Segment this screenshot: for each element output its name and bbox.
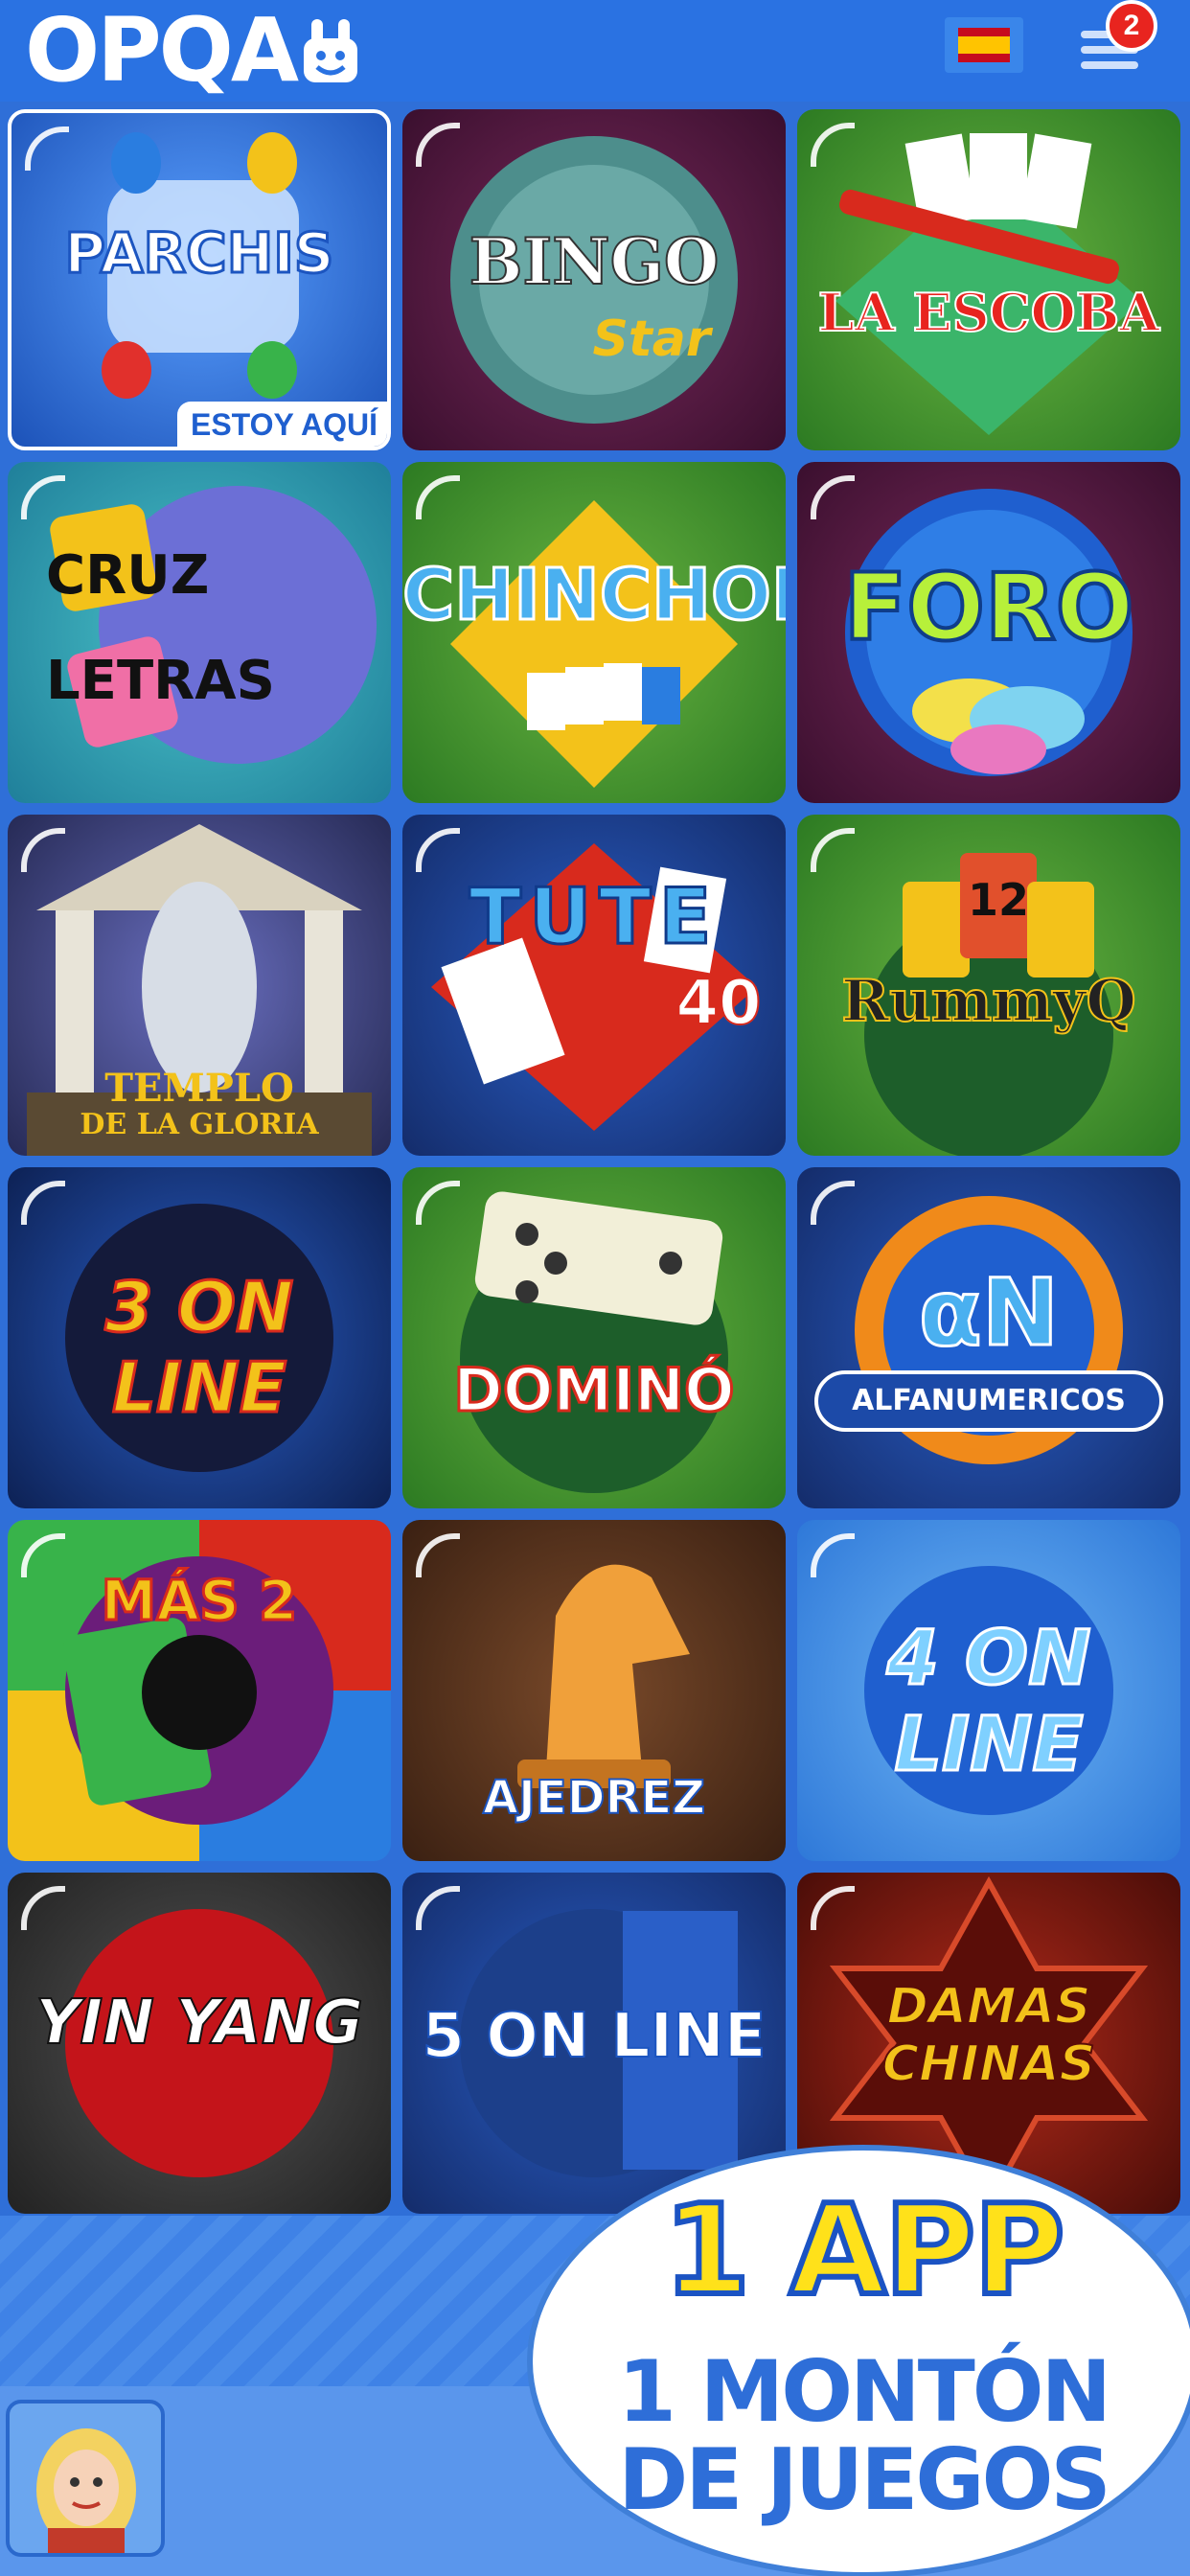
promo-bubble: 1 APP 1 MONTÓN DE JUEGOS	[533, 2150, 1190, 2572]
avatar-icon	[36, 2428, 136, 2553]
menu-bar	[1081, 61, 1138, 69]
game-tile-3-on-line[interactable]: 3 ON LINE	[8, 1167, 391, 1508]
game-logo-text: αN	[917, 1258, 1060, 1368]
game-tile-parchis[interactable]: PARCHIS ESTOY AQUÍ	[8, 109, 391, 450]
game-title: CHINCHON	[402, 553, 786, 638]
logo-mascot-icon	[304, 19, 358, 82]
game-subtitle: LETRAS	[46, 650, 275, 712]
game-title: RummyQ	[840, 967, 1137, 1036]
game-tile-la-escoba[interactable]: LA ESCOBA	[797, 109, 1180, 450]
game-subtitle: DE LA GLORIA	[80, 1108, 319, 1141]
game-tile-4-on-line[interactable]: 4 ON LINE	[797, 1520, 1180, 1861]
spain-flag-icon	[958, 28, 1010, 62]
cards-icon	[835, 133, 1142, 435]
game-tile-alfanumericos[interactable]: αN ALFANUMERICOS	[797, 1167, 1180, 1508]
game-title: DOMINÓ	[452, 1354, 737, 1427]
game-title: DAMAS CHINAS	[881, 1977, 1096, 2094]
game-tile-yin-yang[interactable]: YIN YANG	[8, 1873, 391, 2214]
promo-line-1: 1 APP	[661, 2174, 1068, 2326]
game-tile-cruzletras[interactable]: CRUZ LETRAS	[8, 462, 391, 803]
game-title: CRUZ	[46, 544, 210, 607]
top-bar: OPQA 2	[0, 0, 1190, 102]
game-title: 3 ON LINE	[103, 1266, 295, 1430]
game-tile-bingo-star[interactable]: BINGO Star	[402, 109, 786, 450]
game-title: BINGO	[469, 223, 721, 300]
opqa-logo[interactable]: OPQA	[25, 0, 361, 102]
current-location-badge: ESTOY AQUÍ	[176, 402, 387, 447]
game-tile-rummyq[interactable]: 12 RummyQ	[797, 815, 1180, 1156]
game-subtitle: 40	[675, 967, 762, 1040]
word-tiles-icon	[50, 486, 377, 764]
promo-line-2: 1 MONTÓN	[617, 2342, 1111, 2441]
game-tile-chinchon[interactable]: CHINCHON	[402, 462, 786, 803]
game-title: FORO	[842, 552, 1136, 663]
game-subtitle: Star	[592, 310, 711, 368]
logo-text: OPQA	[25, 0, 299, 102]
game-title: TUTE	[468, 871, 720, 963]
user-avatar[interactable]	[6, 2400, 165, 2557]
promo-line-3: DE JUEGOS	[618, 2430, 1111, 2529]
game-title: TEMPLO	[104, 1066, 294, 1111]
game-tile-ajedrez[interactable]: AJEDREZ	[402, 1520, 786, 1861]
notification-badge: 2	[1106, 0, 1157, 52]
tile-number: 12	[967, 874, 1029, 926]
game-title: 5 ON LINE	[422, 2000, 767, 2073]
game-title: YIN YANG	[34, 1987, 364, 2059]
game-title: LA ESCOBA	[817, 281, 1160, 344]
game-title: PARCHIS	[63, 219, 335, 288]
language-button[interactable]	[945, 17, 1023, 73]
domino-icon	[460, 1191, 728, 1493]
game-tile-tute[interactable]: TUTE 40	[402, 815, 786, 1156]
game-tile-templo-de-la-gloria[interactable]: TEMPLO DE LA GLORIA	[8, 815, 391, 1156]
game-title: AJEDREZ	[482, 1770, 706, 1826]
game-title: ALFANUMERICOS	[852, 1384, 1126, 1417]
game-title: MÁS 2	[100, 1567, 299, 1635]
game-tile-mas-2[interactable]: MÁS 2	[8, 1520, 391, 1861]
game-grid: PARCHIS ESTOY AQUÍ BINGO Star LA ESCOBA …	[0, 102, 1190, 2216]
game-tile-foro[interactable]: FORO	[797, 462, 1180, 803]
game-title: 4 ON LINE	[885, 1615, 1092, 1790]
game-tile-domino[interactable]: DOMINÓ	[402, 1167, 786, 1508]
